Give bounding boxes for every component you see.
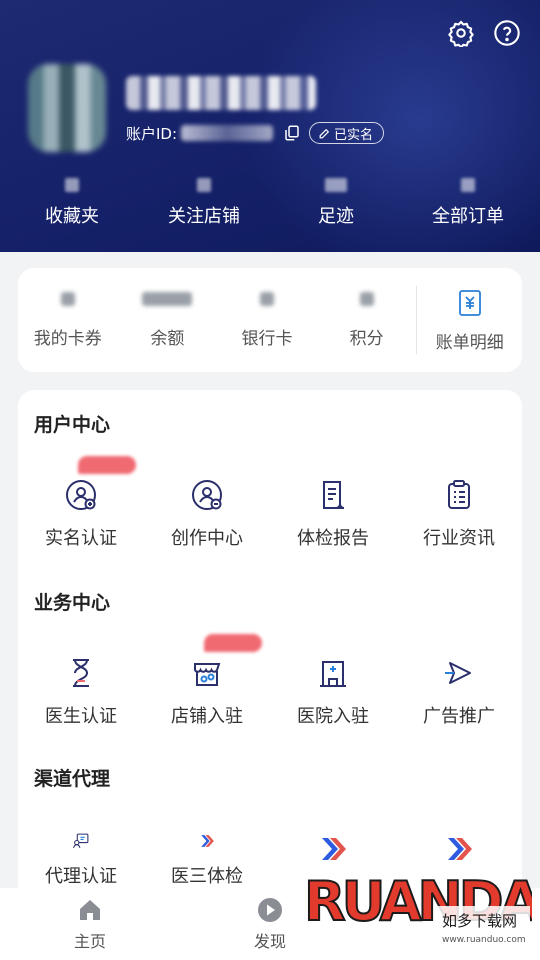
account-id-label: 账户ID: (126, 124, 178, 143)
wallet-card: 我的卡券 余额 银行卡 积分 账单明细 (18, 268, 522, 372)
brand-icon (448, 838, 472, 860)
wallet-item-balance[interactable]: 余额 (118, 268, 218, 372)
avatar[interactable] (28, 64, 106, 152)
stat-label: 关注店铺 (168, 206, 240, 227)
wallet-label: 积分 (349, 328, 384, 349)
promo-badge (78, 456, 136, 474)
header-actions (446, 18, 522, 48)
nickname-blurred (126, 76, 316, 110)
section-title-business-center: 业务中心 (34, 592, 111, 614)
account-id-value-blurred (181, 125, 274, 141)
stat-label: 全部订单 (432, 206, 504, 227)
report-icon (323, 481, 345, 509)
stat-label: 收藏夹 (45, 206, 99, 227)
grid-item-real-name-verify[interactable]: 实名认证 (18, 456, 144, 550)
grid-item-label: 医院入驻 (297, 706, 369, 727)
stat-all-orders[interactable]: 全部订单 (408, 178, 528, 228)
stat-followed-shops[interactable]: 关注店铺 (144, 178, 264, 228)
hospital-icon (320, 661, 346, 687)
wallet-label: 余额 (150, 328, 185, 349)
grid-item-doctor-verify[interactable]: 医生认证 (18, 656, 144, 728)
grid-item-label: 行业资讯 (423, 528, 495, 549)
copy-icon[interactable] (283, 124, 301, 142)
grid-item-creator-center[interactable]: 创作中心 (144, 478, 270, 550)
wallet-label: 我的卡券 (33, 328, 102, 349)
wallet-value-blurred (260, 291, 275, 306)
news-icon (448, 480, 470, 509)
watermark-url: www.ruanduo.com (442, 935, 526, 945)
brand-icon (201, 835, 214, 847)
wallet-value-blurred (60, 291, 75, 306)
section-title-channel-agent: 渠道代理 (34, 768, 111, 790)
business-center-grid: 医生认证 店铺入驻 医院入驻 广告推广 (18, 634, 522, 728)
grid-item-label: 实名认证 (45, 528, 117, 549)
home-icon (80, 900, 100, 920)
grid-item-hospital-join[interactable]: 医院入驻 (270, 656, 396, 728)
user-center-grid: 实名认证 创作中心 体检报告 行业资讯 (18, 456, 522, 550)
grid-item-ad-promotion[interactable]: 广告推广 (396, 656, 522, 728)
stat-favorites[interactable]: 收藏夹 (12, 178, 132, 228)
grid-item-label: 医生认证 (45, 706, 117, 727)
grid-item-agent-verify[interactable]: 代理认证 (18, 832, 144, 888)
account-row: 账户ID: 已实名 (126, 122, 385, 144)
grid-item-label: 代理认证 (45, 866, 117, 887)
nav-label: 主页 (73, 932, 106, 951)
wallet-item-bank-card[interactable]: 银行卡 (217, 268, 317, 372)
grid-item-store-join[interactable]: 店铺入驻 (144, 634, 270, 728)
watermark-cn: 如多下载网 (442, 912, 517, 930)
grid-item-industry-news[interactable]: 行业资讯 (396, 478, 522, 550)
bill-details-button[interactable]: 账单明细 (417, 268, 522, 372)
verified-label: 已实名 (334, 127, 374, 143)
nav-label: 发现 (253, 932, 286, 951)
promote-icon (445, 662, 471, 684)
grid-item-label: 店铺入驻 (171, 706, 243, 727)
play-icon (258, 898, 282, 922)
grid-item-label: 体检报告 (297, 528, 369, 549)
user-verify-icon (66, 480, 96, 510)
bill-label: 账单明细 (435, 332, 504, 353)
header-stats: 收藏夹 关注店铺 足迹 全部订单 (0, 178, 540, 228)
verified-badge: 已实名 (309, 122, 385, 144)
bill-icon (458, 289, 481, 316)
grid-item-label: 创作中心 (171, 528, 243, 549)
edit-icon (319, 128, 330, 138)
agent-icon (73, 833, 89, 849)
section-title-user-center: 用户中心 (34, 414, 111, 436)
services-card: 用户中心 实名认证 创作中心 体检报告 行业资讯 业务中心 医生认证 店铺入驻 … (18, 390, 522, 910)
stat-label: 足迹 (318, 206, 354, 227)
doctor-icon (73, 659, 89, 687)
wallet-value-blurred (142, 291, 193, 306)
grid-item-health-report[interactable]: 体检报告 (270, 478, 396, 550)
stat-count-blurred (461, 178, 475, 192)
store-icon (194, 663, 221, 686)
wallet-value-blurred (359, 291, 374, 306)
nav-home[interactable]: 主页 (0, 888, 180, 960)
watermark-logo: RUANDAO 如多下载网 www.ruanduo.com (303, 869, 532, 952)
wallet-label: 银行卡 (241, 328, 293, 349)
grid-item-label: 广告推广 (423, 706, 495, 727)
stat-footprints[interactable]: 足迹 (276, 178, 396, 228)
promo-badge (204, 634, 262, 652)
stat-count-blurred (65, 178, 79, 192)
stat-count-blurred (197, 178, 211, 192)
grid-item-label: 医三体检 (171, 866, 243, 887)
creator-icon (192, 480, 222, 510)
brand-icon (322, 838, 346, 860)
settings-icon[interactable] (446, 18, 476, 48)
help-icon[interactable] (492, 18, 522, 48)
stat-count-blurred (325, 178, 347, 192)
profile-header: 账户ID: 已实名 收藏夹 关注店铺 足迹 全部订单 (0, 0, 540, 252)
grid-item-brand-1[interactable]: 医三体检 (144, 832, 270, 888)
wallet-item-coupons[interactable]: 我的卡券 (18, 268, 118, 372)
wallet-item-points[interactable]: 积分 (317, 268, 417, 372)
